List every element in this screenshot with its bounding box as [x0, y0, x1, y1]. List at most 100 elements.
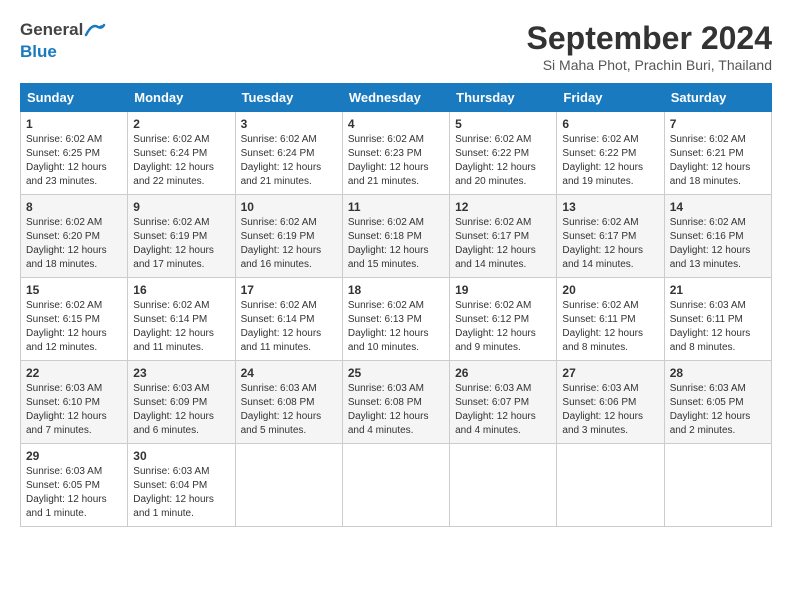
calendar-cell	[664, 444, 771, 527]
cell-info: Sunrise: 6:02 AMSunset: 6:19 PMDaylight:…	[133, 216, 229, 272]
day-header-thursday: Thursday	[450, 84, 557, 112]
day-header-friday: Friday	[557, 84, 664, 112]
day-number: 19	[455, 283, 551, 297]
cell-info: Sunrise: 6:02 AMSunset: 6:20 PMDaylight:…	[26, 216, 122, 272]
week-row-3: 15 Sunrise: 6:02 AMSunset: 6:15 PMDaylig…	[21, 278, 772, 361]
cell-info: Sunrise: 6:03 AMSunset: 6:08 PMDaylight:…	[241, 382, 337, 438]
month-title: September 2024	[527, 20, 772, 57]
cell-info: Sunrise: 6:02 AMSunset: 6:19 PMDaylight:…	[241, 216, 337, 272]
day-number: 29	[26, 449, 122, 463]
cell-info: Sunrise: 6:02 AMSunset: 6:14 PMDaylight:…	[133, 299, 229, 355]
title-section: September 2024 Si Maha Phot, Prachin Bur…	[527, 20, 772, 73]
calendar-cell: 23 Sunrise: 6:03 AMSunset: 6:09 PMDaylig…	[128, 361, 235, 444]
day-header-wednesday: Wednesday	[342, 84, 449, 112]
day-number: 16	[133, 283, 229, 297]
day-number: 12	[455, 200, 551, 214]
week-row-2: 8 Sunrise: 6:02 AMSunset: 6:20 PMDayligh…	[21, 195, 772, 278]
day-number: 22	[26, 366, 122, 380]
cell-info: Sunrise: 6:02 AMSunset: 6:17 PMDaylight:…	[562, 216, 658, 272]
cell-info: Sunrise: 6:02 AMSunset: 6:15 PMDaylight:…	[26, 299, 122, 355]
calendar-cell: 20 Sunrise: 6:02 AMSunset: 6:11 PMDaylig…	[557, 278, 664, 361]
calendar-cell: 17 Sunrise: 6:02 AMSunset: 6:14 PMDaylig…	[235, 278, 342, 361]
calendar-cell: 15 Sunrise: 6:02 AMSunset: 6:15 PMDaylig…	[21, 278, 128, 361]
calendar-cell: 16 Sunrise: 6:02 AMSunset: 6:14 PMDaylig…	[128, 278, 235, 361]
day-number: 27	[562, 366, 658, 380]
cell-info: Sunrise: 6:02 AMSunset: 6:23 PMDaylight:…	[348, 133, 444, 189]
cell-info: Sunrise: 6:03 AMSunset: 6:07 PMDaylight:…	[455, 382, 551, 438]
cell-info: Sunrise: 6:02 AMSunset: 6:21 PMDaylight:…	[670, 133, 766, 189]
cell-info: Sunrise: 6:02 AMSunset: 6:16 PMDaylight:…	[670, 216, 766, 272]
cell-info: Sunrise: 6:03 AMSunset: 6:06 PMDaylight:…	[562, 382, 658, 438]
day-number: 2	[133, 117, 229, 131]
calendar-cell: 8 Sunrise: 6:02 AMSunset: 6:20 PMDayligh…	[21, 195, 128, 278]
day-number: 6	[562, 117, 658, 131]
day-header-monday: Monday	[128, 84, 235, 112]
day-header-tuesday: Tuesday	[235, 84, 342, 112]
cell-info: Sunrise: 6:02 AMSunset: 6:18 PMDaylight:…	[348, 216, 444, 272]
cell-info: Sunrise: 6:02 AMSunset: 6:22 PMDaylight:…	[562, 133, 658, 189]
day-number: 23	[133, 366, 229, 380]
day-number: 9	[133, 200, 229, 214]
calendar-cell: 21 Sunrise: 6:03 AMSunset: 6:11 PMDaylig…	[664, 278, 771, 361]
calendar-cell: 2 Sunrise: 6:02 AMSunset: 6:24 PMDayligh…	[128, 112, 235, 195]
day-number: 1	[26, 117, 122, 131]
cell-info: Sunrise: 6:02 AMSunset: 6:13 PMDaylight:…	[348, 299, 444, 355]
cell-info: Sunrise: 6:03 AMSunset: 6:09 PMDaylight:…	[133, 382, 229, 438]
cell-info: Sunrise: 6:02 AMSunset: 6:24 PMDaylight:…	[133, 133, 229, 189]
calendar-cell: 9 Sunrise: 6:02 AMSunset: 6:19 PMDayligh…	[128, 195, 235, 278]
calendar-cell: 7 Sunrise: 6:02 AMSunset: 6:21 PMDayligh…	[664, 112, 771, 195]
calendar-cell: 13 Sunrise: 6:02 AMSunset: 6:17 PMDaylig…	[557, 195, 664, 278]
calendar-table: SundayMondayTuesdayWednesdayThursdayFrid…	[20, 83, 772, 527]
calendar-cell: 18 Sunrise: 6:02 AMSunset: 6:13 PMDaylig…	[342, 278, 449, 361]
calendar-cell: 11 Sunrise: 6:02 AMSunset: 6:18 PMDaylig…	[342, 195, 449, 278]
cell-info: Sunrise: 6:03 AMSunset: 6:04 PMDaylight:…	[133, 465, 229, 521]
calendar-cell: 14 Sunrise: 6:02 AMSunset: 6:16 PMDaylig…	[664, 195, 771, 278]
day-number: 28	[670, 366, 766, 380]
week-row-5: 29 Sunrise: 6:03 AMSunset: 6:05 PMDaylig…	[21, 444, 772, 527]
day-header-saturday: Saturday	[664, 84, 771, 112]
calendar-cell	[557, 444, 664, 527]
cell-info: Sunrise: 6:03 AMSunset: 6:11 PMDaylight:…	[670, 299, 766, 355]
calendar-cell: 26 Sunrise: 6:03 AMSunset: 6:07 PMDaylig…	[450, 361, 557, 444]
logo-general: General	[20, 20, 83, 40]
page-header: General Blue September 2024 Si Maha Phot…	[20, 20, 772, 73]
cell-info: Sunrise: 6:02 AMSunset: 6:12 PMDaylight:…	[455, 299, 551, 355]
calendar-cell: 12 Sunrise: 6:02 AMSunset: 6:17 PMDaylig…	[450, 195, 557, 278]
day-number: 5	[455, 117, 551, 131]
day-number: 10	[241, 200, 337, 214]
calendar-cell: 30 Sunrise: 6:03 AMSunset: 6:04 PMDaylig…	[128, 444, 235, 527]
logo-bird-icon	[84, 21, 106, 39]
day-number: 7	[670, 117, 766, 131]
calendar-cell	[235, 444, 342, 527]
day-number: 4	[348, 117, 444, 131]
day-number: 3	[241, 117, 337, 131]
logo: General Blue	[20, 20, 106, 62]
calendar-cell	[342, 444, 449, 527]
cell-info: Sunrise: 6:02 AMSunset: 6:11 PMDaylight:…	[562, 299, 658, 355]
cell-info: Sunrise: 6:03 AMSunset: 6:05 PMDaylight:…	[670, 382, 766, 438]
calendar-cell: 29 Sunrise: 6:03 AMSunset: 6:05 PMDaylig…	[21, 444, 128, 527]
calendar-cell: 4 Sunrise: 6:02 AMSunset: 6:23 PMDayligh…	[342, 112, 449, 195]
calendar-cell: 25 Sunrise: 6:03 AMSunset: 6:08 PMDaylig…	[342, 361, 449, 444]
calendar-cell: 27 Sunrise: 6:03 AMSunset: 6:06 PMDaylig…	[557, 361, 664, 444]
week-row-4: 22 Sunrise: 6:03 AMSunset: 6:10 PMDaylig…	[21, 361, 772, 444]
cell-info: Sunrise: 6:02 AMSunset: 6:24 PMDaylight:…	[241, 133, 337, 189]
week-row-1: 1 Sunrise: 6:02 AMSunset: 6:25 PMDayligh…	[21, 112, 772, 195]
day-number: 18	[348, 283, 444, 297]
day-number: 11	[348, 200, 444, 214]
header-row: SundayMondayTuesdayWednesdayThursdayFrid…	[21, 84, 772, 112]
calendar-cell: 19 Sunrise: 6:02 AMSunset: 6:12 PMDaylig…	[450, 278, 557, 361]
cell-info: Sunrise: 6:02 AMSunset: 6:25 PMDaylight:…	[26, 133, 122, 189]
calendar-cell: 22 Sunrise: 6:03 AMSunset: 6:10 PMDaylig…	[21, 361, 128, 444]
day-number: 20	[562, 283, 658, 297]
day-number: 13	[562, 200, 658, 214]
calendar-cell: 3 Sunrise: 6:02 AMSunset: 6:24 PMDayligh…	[235, 112, 342, 195]
day-number: 25	[348, 366, 444, 380]
logo-blue: Blue	[20, 42, 57, 61]
location-title: Si Maha Phot, Prachin Buri, Thailand	[527, 57, 772, 73]
cell-info: Sunrise: 6:03 AMSunset: 6:05 PMDaylight:…	[26, 465, 122, 521]
calendar-cell: 6 Sunrise: 6:02 AMSunset: 6:22 PMDayligh…	[557, 112, 664, 195]
day-number: 14	[670, 200, 766, 214]
cell-info: Sunrise: 6:03 AMSunset: 6:10 PMDaylight:…	[26, 382, 122, 438]
day-number: 24	[241, 366, 337, 380]
